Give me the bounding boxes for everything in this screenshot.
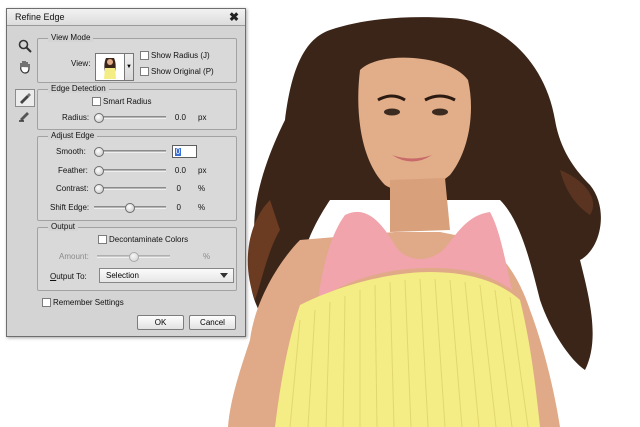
edge-detection-legend: Edge Detection: [48, 84, 109, 93]
output-to-select[interactable]: Selection: [99, 268, 234, 283]
contrast-slider-thumb[interactable]: [94, 184, 104, 194]
adjust-edge-legend: Adjust Edge: [48, 131, 98, 140]
shift-edge-slider-thumb[interactable]: [125, 203, 135, 213]
radius-slider-thumb[interactable]: [94, 113, 104, 123]
show-original-checkbox[interactable]: [140, 67, 149, 76]
shift-edge-value: 0: [176, 203, 181, 212]
view-mode-legend: View Mode: [48, 33, 94, 42]
feather-slider-thumb[interactable]: [94, 166, 104, 176]
smooth-label: Smooth:: [56, 147, 86, 156]
refine-edge-dialog: Refine Edge ✖ View Mode View: ▼ Show Rad…: [6, 8, 246, 337]
smooth-slider[interactable]: [94, 147, 166, 157]
shift-edge-slider[interactable]: [94, 203, 166, 213]
feather-unit: px: [198, 166, 207, 175]
edge-detection-group: Edge Detection: [37, 84, 237, 130]
contrast-value: 0: [176, 184, 181, 193]
radius-value: 0.0: [174, 113, 186, 122]
decontaminate-checkbox[interactable]: [98, 235, 107, 244]
hand-icon[interactable]: [15, 57, 35, 75]
radius-slider[interactable]: [94, 113, 166, 123]
smooth-input[interactable]: 0: [172, 145, 197, 158]
smooth-slider-thumb[interactable]: [94, 147, 104, 157]
feather-slider[interactable]: [94, 166, 166, 176]
amount-label: Amount:: [59, 252, 89, 261]
contrast-label: Contrast:: [56, 184, 89, 193]
feather-value: 0.0: [174, 166, 186, 175]
shift-edge-unit: %: [198, 203, 206, 212]
smooth-value: 0: [175, 147, 181, 156]
refine-radius-brush-icon[interactable]: [15, 89, 35, 107]
smart-radius-label: Smart Radius: [103, 97, 152, 106]
radius-label: Radius:: [62, 113, 90, 122]
output-to-label: Output To:: [50, 272, 87, 281]
amount-unit: %: [203, 252, 211, 261]
view-label: View:: [71, 59, 91, 68]
amount-slider-thumb[interactable]: [128, 252, 139, 262]
decontaminate-label: Decontaminate Colors: [109, 235, 189, 244]
remember-settings-checkbox[interactable]: [42, 298, 51, 307]
close-icon[interactable]: ✖: [229, 10, 239, 24]
show-radius-checkbox[interactable]: [140, 51, 149, 60]
cancel-button[interactable]: Cancel: [189, 315, 236, 330]
shift-edge-label: Shift Edge:: [50, 203, 90, 212]
output-legend: Output: [48, 222, 79, 231]
remember-settings-label: Remember Settings: [53, 298, 124, 307]
feather-label: Feather:: [58, 166, 88, 175]
show-original-label: Show Original (P): [151, 67, 214, 76]
chevron-down-icon[interactable]: ▼: [125, 53, 134, 81]
dialog-titlebar[interactable]: Refine Edge ✖: [7, 9, 245, 26]
erase-refinements-brush-icon[interactable]: [15, 107, 35, 125]
output-to-value: Selection: [106, 271, 139, 280]
amount-slider[interactable]: [97, 252, 170, 262]
ok-button[interactable]: OK: [137, 315, 184, 330]
radius-unit: px: [198, 113, 207, 122]
view-mode-group: View Mode: [37, 33, 237, 83]
neck: [390, 178, 450, 232]
dialog-title: Refine Edge: [15, 12, 65, 22]
view-mode-thumbnail[interactable]: [95, 53, 125, 81]
smart-radius-checkbox[interactable]: [92, 97, 101, 106]
chevron-down-icon: [220, 273, 228, 278]
zoom-icon[interactable]: [15, 37, 35, 55]
contrast-slider[interactable]: [94, 184, 166, 194]
contrast-unit: %: [198, 184, 206, 193]
show-radius-label: Show Radius (J): [151, 51, 210, 60]
